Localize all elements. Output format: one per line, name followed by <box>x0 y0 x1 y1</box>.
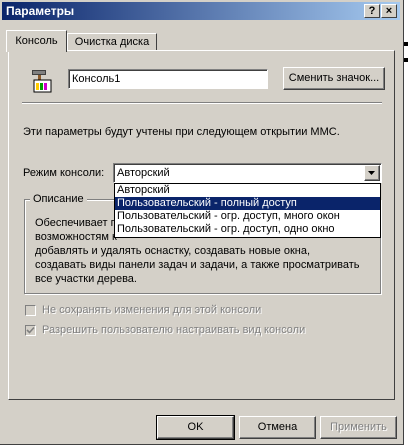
title-bar[interactable]: Параметры ? × <box>2 2 400 20</box>
dropdown-option[interactable]: Пользовательский - огр. доступ, одно окн… <box>115 223 380 236</box>
console-name-input[interactable]: Консоль1 <box>68 69 268 89</box>
dropdown-option[interactable]: Пользовательский - огр. доступ, много ок… <box>115 210 380 223</box>
chevron-down-icon <box>368 171 375 175</box>
tab-disk-cleanup[interactable]: Очистка диска <box>67 33 157 51</box>
console-hammer-icon <box>30 68 54 94</box>
apply-button[interactable]: Применить <box>320 416 397 439</box>
description-line: создавать виды панели задач и задачи, а … <box>35 259 360 271</box>
description-line: возможностям к <box>35 231 117 243</box>
tab-disk-cleanup-label: Очистка диска <box>74 36 150 48</box>
description-line: добавлять и удалять оснастку, создавать … <box>35 245 311 257</box>
console-name-value: Консоль1 <box>72 73 121 85</box>
console-mode-select[interactable]: Авторский <box>113 163 382 183</box>
ok-label: OK <box>187 421 204 433</box>
strip-mark <box>404 58 408 62</box>
help-button[interactable]: ? <box>364 4 380 18</box>
no-save-label: Не сохранять изменения для этой консоли <box>42 304 262 316</box>
change-icon-button[interactable]: Сменить значок... <box>283 67 385 90</box>
info-text: Эти параметры будут учтены при следующем… <box>23 126 340 138</box>
allow-customize-label: Разрешить пользователю настраивать вид к… <box>42 324 306 336</box>
separator <box>22 102 382 104</box>
tab-console-label: Консоль <box>15 35 58 47</box>
dropdown-button[interactable] <box>364 165 380 181</box>
console-mode-label: Режим консоли: <box>23 167 105 179</box>
description-title: Описание <box>30 193 87 205</box>
checkmark-icon <box>26 326 35 334</box>
description-line: все участки дерева. <box>35 273 137 285</box>
background-window-strip <box>404 0 408 448</box>
no-save-checkbox[interactable] <box>25 305 36 316</box>
console-mode-selected: Авторский <box>117 167 170 179</box>
ok-button[interactable]: OK <box>156 415 235 440</box>
close-button[interactable]: × <box>381 4 397 18</box>
properties-dialog: Параметры ? × Консоль Очистка диска Конс… <box>0 0 404 445</box>
tab-console[interactable]: Консоль <box>6 30 67 52</box>
description-line: Обеспечивает п <box>35 217 117 229</box>
cancel-button[interactable]: Отмена <box>239 416 316 439</box>
cancel-label: Отмена <box>257 421 298 433</box>
apply-label: Применить <box>330 421 387 433</box>
window-title: Параметры <box>6 4 75 18</box>
dropdown-option[interactable]: Авторский <box>115 184 380 197</box>
strip-mark <box>404 42 408 46</box>
dropdown-option-highlighted[interactable]: Пользовательский - полный доступ <box>115 197 380 210</box>
console-mode-dropdown-list[interactable]: Авторский Пользовательский - полный дост… <box>114 183 381 238</box>
allow-customize-checkbox[interactable] <box>25 325 36 336</box>
change-icon-label: Сменить значок... <box>288 72 380 84</box>
